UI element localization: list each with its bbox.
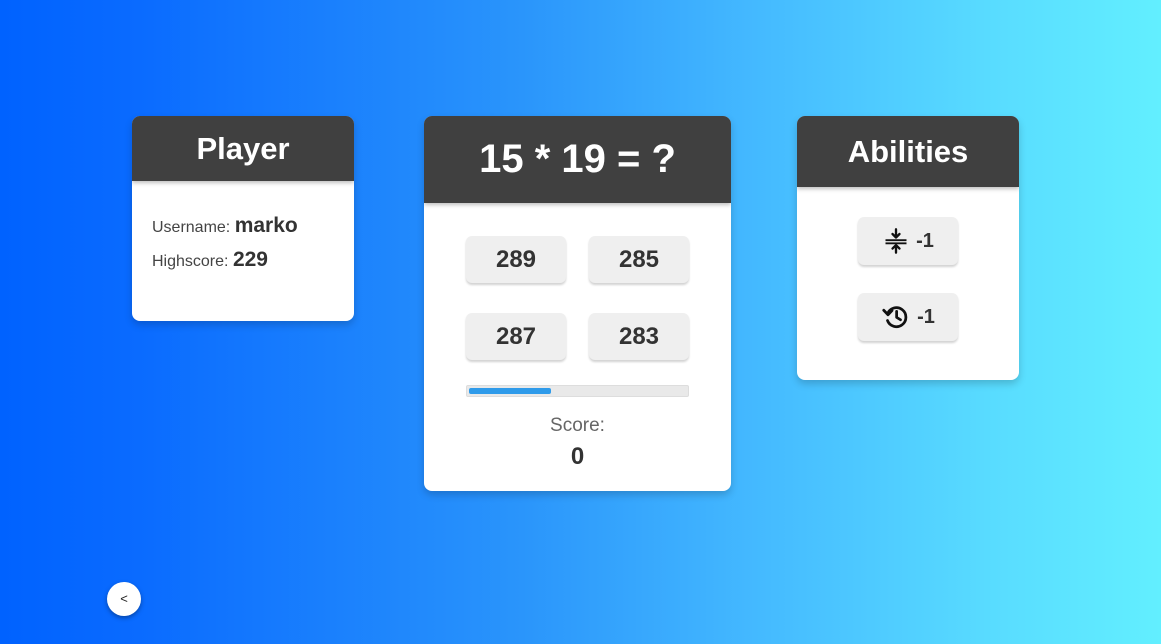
timer-progress-bar — [466, 385, 689, 397]
timer-progress-fill — [469, 388, 551, 394]
answer-button[interactable]: 285 — [589, 236, 689, 283]
ability-remove-answers-button[interactable]: -1 — [858, 217, 958, 265]
highscore-row: Highscore: 229 — [152, 248, 268, 272]
player-card: Player Username: marko Highscore: 229 — [132, 116, 354, 321]
username-row: Username: marko — [152, 214, 298, 238]
score-label: Score: — [550, 415, 605, 436]
history-icon — [881, 302, 911, 332]
back-button[interactable]: < — [107, 582, 141, 616]
score-value: 0 — [570, 443, 585, 470]
highscore-value: 229 — [232, 248, 268, 271]
question-text: 15 * 19 = ? — [424, 116, 731, 203]
answer-button[interactable]: 287 — [466, 313, 566, 360]
answer-button[interactable]: 283 — [589, 313, 689, 360]
ability-extra-time-button[interactable]: -1 — [858, 293, 958, 341]
abilities-card: Abilities -1 -1 — [797, 116, 1019, 380]
highscore-label: Highscore: — [152, 253, 229, 270]
username-label: Username: — [152, 219, 231, 236]
abilities-card-title: Abilities — [797, 116, 1019, 187]
answer-button[interactable]: 289 — [466, 236, 566, 283]
ability-cost: -1 — [916, 229, 934, 252]
question-card: 15 * 19 = ? 289 285 287 283 Score: 0 — [424, 116, 731, 491]
ability-cost: -1 — [917, 305, 935, 328]
compress-vertical-icon — [882, 227, 910, 255]
player-card-title: Player — [132, 116, 354, 181]
username-value: marko — [234, 214, 298, 237]
